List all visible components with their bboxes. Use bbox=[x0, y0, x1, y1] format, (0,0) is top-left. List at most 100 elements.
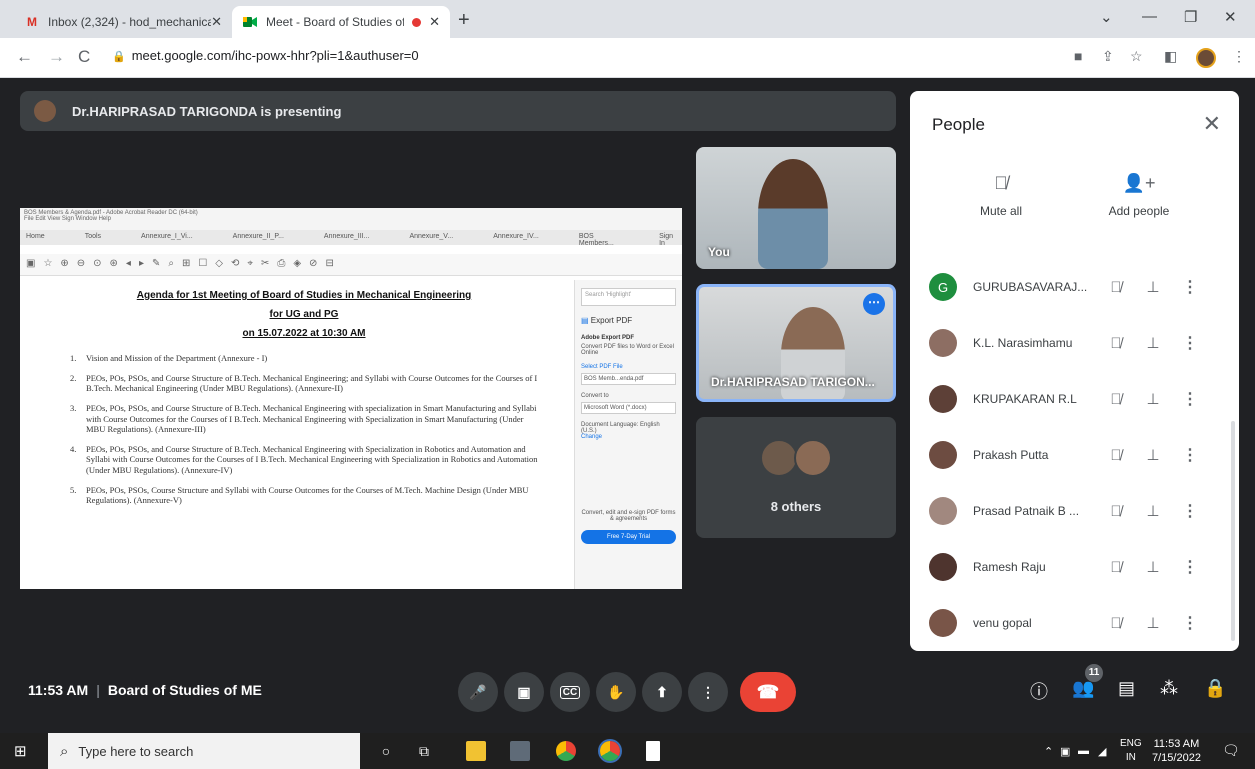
mic-off-icon[interactable]: 🎙̸ bbox=[1099, 615, 1133, 632]
mute-all-button[interactable]: 🎙̸ Mute all bbox=[946, 173, 1056, 218]
taskbar-clock[interactable]: 11:53 AM 7/15/2022 bbox=[1152, 737, 1201, 765]
more-vert-icon[interactable]: ⋮ bbox=[1173, 445, 1207, 465]
more-vert-icon[interactable]: ⋮ bbox=[1173, 501, 1207, 521]
profile-avatar[interactable] bbox=[1196, 48, 1216, 68]
present-button[interactable]: ⬆ bbox=[642, 672, 682, 712]
restore-icon[interactable]: ❐ bbox=[1184, 8, 1197, 26]
mic-button[interactable]: 🎤 bbox=[458, 672, 498, 712]
pin-icon[interactable]: ⊥ bbox=[1133, 278, 1173, 296]
presenter-video-tile[interactable]: ⋯ Dr.HARIPRASAD TARIGON... bbox=[696, 284, 896, 402]
others-tile[interactable]: 8 others bbox=[696, 417, 896, 538]
doc-heading-3: on 15.07.2022 at 10:30 AM bbox=[242, 328, 366, 339]
more-vert-icon[interactable]: ⋮ bbox=[1173, 613, 1207, 633]
reload-icon[interactable]: C bbox=[78, 47, 90, 67]
avatar bbox=[929, 441, 957, 469]
language-indicator[interactable]: ENG IN bbox=[1120, 737, 1142, 765]
more-options-button[interactable]: ⋮ bbox=[688, 672, 728, 712]
participant-row[interactable]: KRUPAKARAN R.L 🎙̸ ⊥ ⋮ bbox=[910, 371, 1239, 427]
chrome-active-icon[interactable] bbox=[600, 741, 620, 761]
self-video-tile[interactable]: You bbox=[696, 147, 896, 269]
export-pdf: ▤ Export PDF bbox=[581, 316, 676, 325]
url-field[interactable]: 🔒 meet.google.com/ihc-powx-hhr?pli=1&auth… bbox=[112, 48, 419, 63]
more-vert-icon[interactable]: ⋮ bbox=[1173, 277, 1207, 297]
panel-scrollbar[interactable] bbox=[1231, 421, 1235, 641]
agenda-text: PEOs, POs, PSOs, and Course Structure of… bbox=[86, 443, 538, 475]
meet-icon bbox=[242, 15, 258, 29]
info-icon[interactable]: ⓘ bbox=[1030, 678, 1048, 704]
host-controls-icon[interactable]: 🔒 bbox=[1204, 678, 1226, 699]
mic-off-icon[interactable]: 🎙̸ bbox=[1099, 503, 1133, 520]
agenda-number: 4. bbox=[70, 443, 77, 454]
meeting-name: Board of Studies of ME bbox=[107, 682, 262, 698]
taskbar-search[interactable]: ⌕ Type here to search bbox=[48, 733, 360, 769]
pin-icon[interactable]: ⊥ bbox=[1133, 390, 1173, 408]
participant-name: Prakash Putta bbox=[973, 448, 1049, 462]
mic-off-icon[interactable]: 🎙̸ bbox=[1099, 391, 1133, 408]
document-icon[interactable] bbox=[646, 741, 660, 761]
close-icon[interactable]: ✕ bbox=[211, 14, 222, 30]
close-icon[interactable]: ✕ bbox=[429, 14, 440, 30]
pin-icon[interactable]: ⊥ bbox=[1133, 558, 1173, 576]
camera-button[interactable]: ▣ bbox=[504, 672, 544, 712]
more-vert-icon[interactable]: ⋮ bbox=[1173, 389, 1207, 409]
tab-gmail[interactable]: M Inbox (2,324) - hod_mechanical@ ✕ bbox=[14, 6, 232, 38]
presenting-text: Dr.HARIPRASAD TARIGONDA is presenting bbox=[72, 103, 342, 119]
minimize-icon[interactable]: — bbox=[1142, 8, 1157, 25]
sidepanel-icon[interactable]: ◧ bbox=[1164, 48, 1177, 65]
file-explorer-icon[interactable] bbox=[466, 741, 486, 761]
notifications-icon[interactable]: 🗨 bbox=[1222, 742, 1240, 759]
pin-icon[interactable]: ⊥ bbox=[1133, 614, 1173, 632]
forward-icon[interactable]: → bbox=[48, 47, 65, 67]
mic-off-icon[interactable]: 🎙̸ bbox=[1099, 335, 1133, 352]
menu-icon[interactable]: ⋮ bbox=[1232, 48, 1246, 65]
add-people-button[interactable]: 👤+ Add people bbox=[1084, 173, 1194, 218]
raise-hand-button[interactable]: ✋ bbox=[596, 672, 636, 712]
mic-off-icon[interactable]: 🎙̸ bbox=[1099, 279, 1133, 296]
camera-icon[interactable]: ■ bbox=[1074, 48, 1082, 64]
tray-chevron-icon[interactable]: ⌃ bbox=[1044, 745, 1053, 758]
volume-icon[interactable]: ◢ bbox=[1098, 745, 1106, 758]
mic-off-icon[interactable]: 🎙̸ bbox=[1099, 447, 1133, 464]
more-vert-icon[interactable]: ⋮ bbox=[1173, 557, 1207, 577]
reader-tab: Home bbox=[26, 233, 45, 240]
taskbar-search-placeholder: Type here to search bbox=[78, 743, 194, 759]
tab-search-icon[interactable]: ⌄ bbox=[1100, 8, 1113, 26]
captions-button[interactable]: CC bbox=[550, 672, 590, 712]
tray-app-icon[interactable]: ▣ bbox=[1060, 745, 1070, 758]
participant-row[interactable]: venu gopal 🎙̸ ⊥ ⋮ bbox=[910, 595, 1239, 651]
leave-call-button[interactable]: ☎ bbox=[740, 672, 796, 712]
tab-meet[interactable]: Meet - Board of Studies of M ✕ bbox=[232, 6, 450, 38]
reader-tab: BOS Members... bbox=[578, 233, 614, 247]
windows-start-icon[interactable]: ⊞ bbox=[14, 742, 27, 760]
calculator-icon[interactable] bbox=[510, 741, 530, 761]
activities-icon[interactable]: ⁂ bbox=[1160, 678, 1178, 699]
people-panel: People ✕ 🎙̸ Mute all 👤+ Add people G GUR… bbox=[910, 91, 1239, 651]
others-count: 8 others bbox=[770, 499, 822, 514]
window-close-icon[interactable]: ✕ bbox=[1224, 8, 1237, 26]
participant-row[interactable]: Prakash Putta 🎙̸ ⊥ ⋮ bbox=[910, 427, 1239, 483]
more-vert-icon[interactable]: ⋮ bbox=[1173, 333, 1207, 353]
cortana-icon[interactable]: ○ bbox=[376, 741, 396, 761]
more-options-button[interactable]: ⋯ bbox=[863, 293, 885, 315]
mic-off-icon[interactable]: 🎙̸ bbox=[1099, 559, 1133, 576]
people-icon[interactable]: 👥 bbox=[1072, 678, 1094, 699]
participant-row[interactable]: K.L. Narasimhamu 🎙̸ ⊥ ⋮ bbox=[910, 315, 1239, 371]
new-tab-button[interactable]: + bbox=[458, 9, 470, 32]
participant-row[interactable]: Ramesh Raju 🎙̸ ⊥ ⋮ bbox=[910, 539, 1239, 595]
back-icon[interactable]: ← bbox=[16, 47, 33, 67]
pin-icon[interactable]: ⊥ bbox=[1133, 446, 1173, 464]
participant-row[interactable]: Prasad Patnaik B ... 🎙̸ ⊥ ⋮ bbox=[910, 483, 1239, 539]
share-icon[interactable]: ⇪ bbox=[1102, 48, 1114, 65]
pin-icon[interactable]: ⊥ bbox=[1133, 502, 1173, 520]
pin-icon[interactable]: ⊥ bbox=[1133, 334, 1173, 352]
agenda-item: 1. Vision and Mission of the Department (… bbox=[70, 353, 538, 364]
star-icon[interactable]: ☆ bbox=[1130, 48, 1143, 65]
close-icon[interactable]: ✕ bbox=[1203, 111, 1221, 137]
free-trial-button: Free 7-Day Trial bbox=[581, 530, 676, 544]
participant-name: Prasad Patnaik B ... bbox=[973, 504, 1080, 518]
participant-row[interactable]: G GURUBASAVARAJ... 🎙̸ ⊥ ⋮ bbox=[910, 259, 1239, 315]
task-view-icon[interactable]: ⧉ bbox=[414, 741, 434, 761]
network-icon[interactable]: ▬ bbox=[1078, 745, 1089, 757]
chat-icon[interactable]: ▤ bbox=[1118, 678, 1135, 699]
chrome-icon[interactable] bbox=[556, 741, 576, 761]
